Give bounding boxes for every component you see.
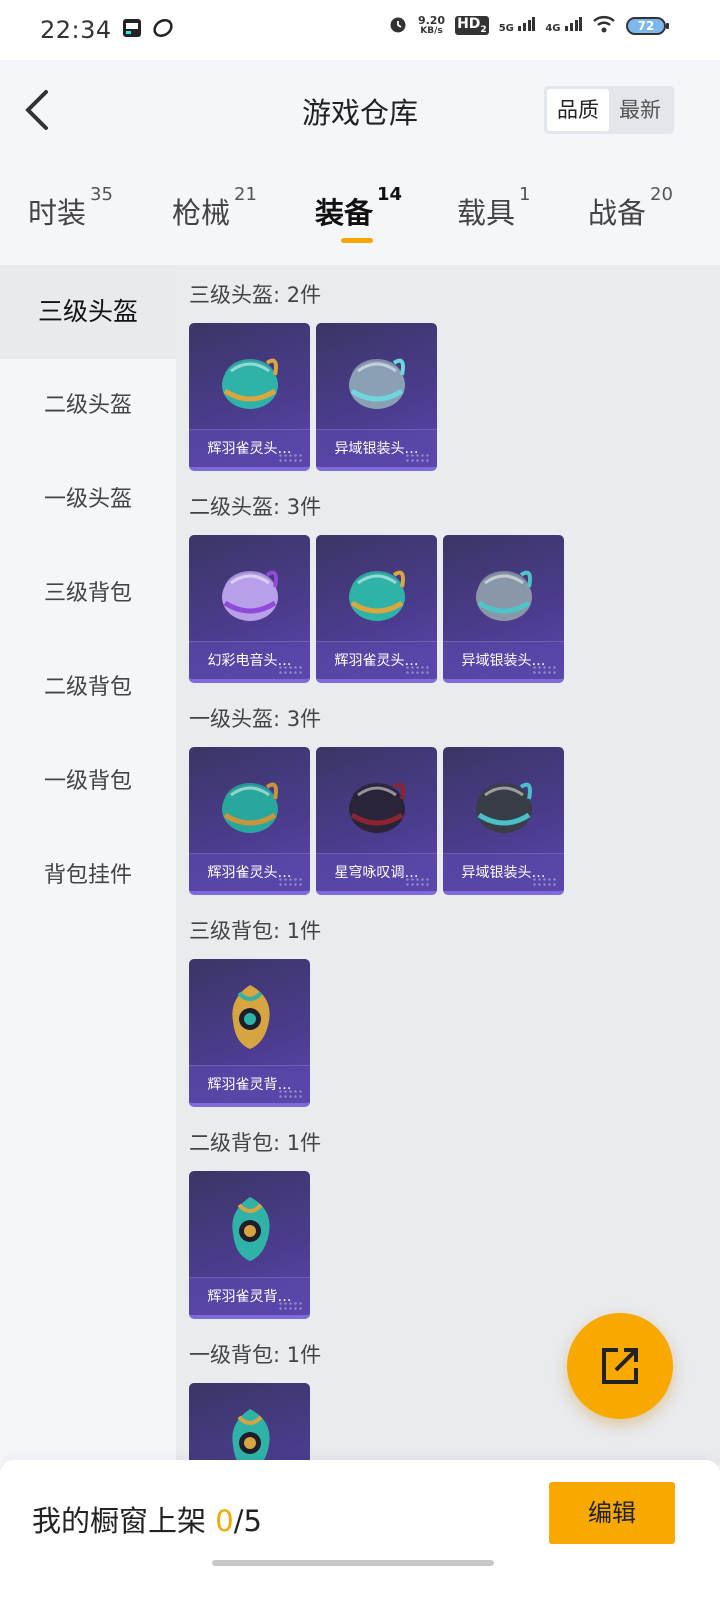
- share-icon: [602, 1348, 638, 1384]
- sidebar-item-level3-backpack[interactable]: 三级背包: [0, 547, 176, 641]
- decorative-dots: [405, 453, 431, 463]
- item-card-row: 辉羽雀灵头… 异域银装头…: [189, 323, 720, 477]
- tab-fashion[interactable]: 时装35: [28, 184, 113, 232]
- signal-icon: 5G: [499, 17, 536, 34]
- decorative-dots: [278, 665, 304, 675]
- item-card-row: 辉羽雀灵头… 星穹咏叹调… 异域银装头…: [189, 747, 720, 901]
- section-title: 三级背包: 1件: [189, 919, 322, 943]
- section-title: 一级头盔: 3件: [189, 707, 322, 731]
- decorative-dots: [278, 1301, 304, 1311]
- backpack-icon: [232, 1409, 270, 1465]
- status-right: 9.20 KB/s HD2 5G 4G 72: [388, 13, 669, 37]
- sort-toggle: 品质 最新: [544, 86, 674, 134]
- helmet-icon: [222, 570, 278, 621]
- item-section: 二级头盔: 3件幻彩电音头… 辉羽雀灵头… 异域银装头…: [176, 477, 720, 689]
- showcase-count: 0: [215, 1504, 234, 1538]
- share-button[interactable]: [567, 1313, 673, 1419]
- sort-quality-button[interactable]: 品质: [547, 89, 609, 131]
- bottom-bar: 我的橱窗上架 0/5 编辑: [0, 1460, 720, 1600]
- sidebar-item-backpack-charm[interactable]: 背包挂件: [0, 829, 176, 923]
- category-tabs: 时装35 枪械21 装备14 载具1 战备20: [0, 160, 720, 265]
- decorative-dots: [405, 877, 431, 887]
- wifi-icon: [592, 14, 616, 37]
- sidebar-item-level2-helmet[interactable]: 二级头盔: [0, 359, 176, 453]
- item-card[interactable]: 辉羽雀灵头…: [316, 535, 437, 683]
- backpack-icon: [232, 1197, 270, 1261]
- helmet-icon: [222, 358, 278, 409]
- item-card[interactable]: [189, 1383, 310, 1465]
- item-card[interactable]: 辉羽雀灵头…: [189, 747, 310, 895]
- helmet-icon: [476, 570, 532, 621]
- decorative-dots: [532, 877, 558, 887]
- tab-vehicles[interactable]: 载具1: [457, 184, 530, 232]
- sort-newest-button[interactable]: 最新: [609, 89, 671, 131]
- item-section: 三级头盔: 2件辉羽雀灵头… 异域银装头…: [176, 265, 720, 477]
- item-card[interactable]: 异域银装头…: [316, 323, 437, 471]
- network-speed: 9.20 KB/s: [417, 13, 446, 36]
- tab-firearms[interactable]: 枪械21: [172, 184, 257, 232]
- tab-equipment[interactable]: 装备14: [315, 184, 402, 243]
- status-time: 22:34: [40, 16, 112, 44]
- item-section: 三级背包: 1件辉羽雀灵背…: [176, 901, 720, 1113]
- signal-icon-2: 4G: [545, 17, 582, 34]
- decorative-dots: [532, 665, 558, 675]
- helmet-icon: [476, 782, 532, 833]
- hd-badge: HD2: [455, 16, 489, 35]
- helmet-icon: [222, 782, 278, 833]
- decorative-dots: [278, 453, 304, 463]
- sidebar-item-level2-backpack[interactable]: 二级背包: [0, 641, 176, 735]
- sidebar-item-level1-helmet[interactable]: 一级头盔: [0, 453, 176, 547]
- tab-underline: [341, 238, 373, 243]
- decorative-dots: [278, 1089, 304, 1099]
- item-section: 一级头盔: 3件辉羽雀灵头… 星穹咏叹调… 异域银装头…: [176, 689, 720, 901]
- item-card[interactable]: 异域银装头…: [443, 747, 564, 895]
- backpack-icon: [232, 985, 270, 1049]
- item-card-row: 幻彩电音头… 辉羽雀灵头… 异域银装头…: [189, 535, 720, 689]
- top-bar: 游戏仓库 品质 最新: [0, 60, 720, 160]
- decorative-dots: [405, 665, 431, 675]
- battery-icon: 72: [626, 16, 669, 35]
- item-card[interactable]: 幻彩电音头…: [189, 535, 310, 683]
- edit-button[interactable]: 编辑: [549, 1482, 675, 1544]
- item-section: 二级背包: 1件辉羽雀灵背…: [176, 1113, 720, 1325]
- helmet-icon: [349, 358, 405, 409]
- item-card[interactable]: 辉羽雀灵背…: [189, 1171, 310, 1319]
- cloud-icon: [152, 18, 174, 42]
- helmet-icon: [349, 570, 405, 621]
- showcase-status: 我的橱窗上架 0/5: [32, 1504, 262, 1538]
- item-grid-panel: 三级头盔: 2件 辉羽雀灵头… 异域银装头… 二级头盔: 3件 幻彩电音头… 辉羽雀灵头……: [176, 265, 720, 1465]
- section-title: 三级头盔: 2件: [189, 283, 322, 307]
- helmet-icon: [349, 782, 405, 833]
- item-card-row: 辉羽雀灵背…: [189, 1171, 720, 1325]
- item-card[interactable]: 辉羽雀灵背…: [189, 959, 310, 1107]
- section-title: 二级头盔: 3件: [189, 495, 322, 519]
- sidebar-item-level1-backpack[interactable]: 一级背包: [0, 735, 176, 829]
- item-card[interactable]: 辉羽雀灵头…: [189, 323, 310, 471]
- item-card[interactable]: 星穹咏叹调…: [316, 747, 437, 895]
- decorative-dots: [278, 877, 304, 887]
- alarm-icon: [388, 14, 408, 37]
- tab-supplies[interactable]: 战备20: [588, 184, 673, 232]
- section-title: 二级背包: 1件: [189, 1131, 322, 1155]
- sidebar-item-level3-helmet[interactable]: 三级头盔: [0, 265, 176, 359]
- item-card[interactable]: 异域银装头…: [443, 535, 564, 683]
- subcategory-sidebar: 三级头盔 二级头盔 一级头盔 三级背包 二级背包 一级背包 背包挂件: [0, 265, 176, 1465]
- notification-app-icon: [122, 18, 142, 42]
- home-indicator[interactable]: [212, 1560, 494, 1566]
- item-card-row: 辉羽雀灵背…: [189, 959, 720, 1113]
- status-bar: 22:34 9.20 KB/s HD2 5G 4G 72: [0, 0, 720, 60]
